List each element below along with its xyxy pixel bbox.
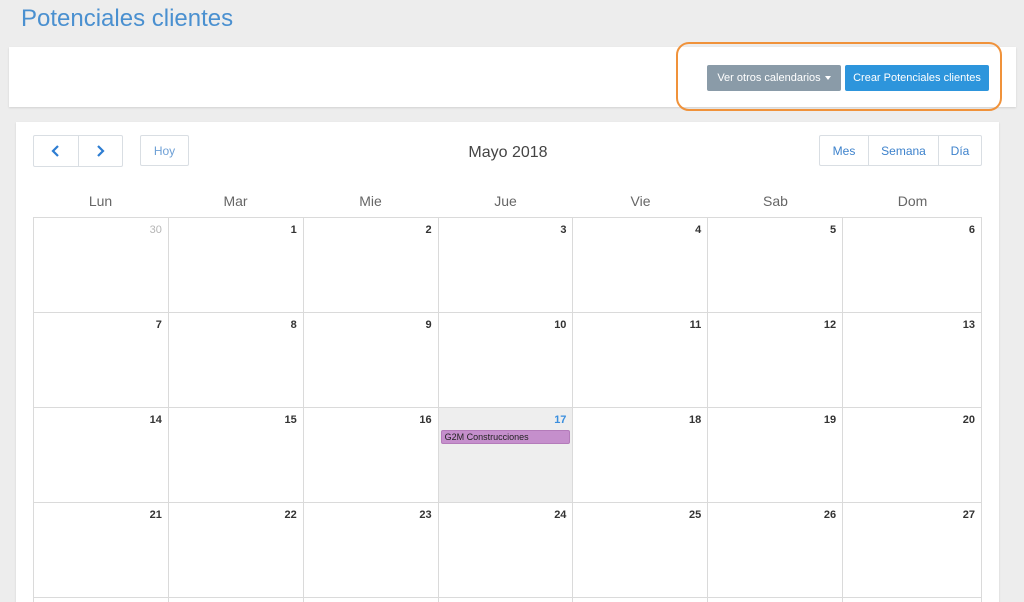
calendar-day[interactable]: 19 xyxy=(708,408,844,503)
calendar-day[interactable]: 7 xyxy=(34,313,169,408)
chevron-left-icon xyxy=(51,145,59,157)
calendar-event[interactable]: G2M Construcciones xyxy=(440,430,571,444)
day-number: 4 xyxy=(695,224,702,236)
calendar-day-today[interactable]: 17 G2M Construcciones xyxy=(438,408,574,503)
create-lead-button[interactable]: Crear Potenciales clientes xyxy=(845,65,989,91)
day-number: 18 xyxy=(689,414,702,426)
day-number: 25 xyxy=(689,509,702,521)
calendar-day[interactable]: 15 xyxy=(168,408,304,503)
weekday-label: Vie xyxy=(630,193,651,209)
calendar-day[interactable] xyxy=(34,598,169,602)
day-number: 19 xyxy=(823,414,837,426)
day-number: 27 xyxy=(962,509,976,521)
calendar-day[interactable]: 22 xyxy=(168,503,304,598)
day-number: 17 xyxy=(554,414,567,426)
calendar-day[interactable]: 12 xyxy=(708,313,844,408)
calendar-day[interactable]: 23 xyxy=(303,503,439,598)
view-month-button[interactable]: Mes xyxy=(820,136,868,165)
calendar-day[interactable]: 20 xyxy=(843,408,983,503)
prev-month-button[interactable] xyxy=(34,136,78,166)
day-number: 6 xyxy=(968,224,976,236)
calendar-day[interactable] xyxy=(169,598,304,602)
other-calendars-label: Ver otros calendarios xyxy=(717,72,821,84)
calendar-day[interactable]: 10 xyxy=(438,313,574,408)
view-switcher: Mes Semana Día xyxy=(819,135,982,166)
calendar-day[interactable]: 5 xyxy=(708,218,844,313)
day-number: 13 xyxy=(962,319,976,331)
day-number: 11 xyxy=(689,319,702,331)
weekday-header: Lun Mar Mie Jue Vie Sab Dom xyxy=(33,193,982,217)
other-calendars-dropdown[interactable]: Ver otros calendarios xyxy=(707,65,841,91)
calendar-day[interactable]: 25 xyxy=(573,503,709,598)
day-number: 15 xyxy=(284,414,297,426)
calendar-day[interactable]: 21 xyxy=(34,503,169,598)
day-number: 14 xyxy=(149,414,162,426)
day-number: 12 xyxy=(823,319,837,331)
calendar-week-partial xyxy=(34,598,983,602)
calendar-day[interactable]: 2 xyxy=(303,218,439,313)
day-number: 2 xyxy=(425,224,432,236)
day-number: 23 xyxy=(419,509,432,521)
day-number: 22 xyxy=(284,509,297,521)
day-number: 7 xyxy=(155,319,162,331)
calendar-day[interactable]: 6 xyxy=(843,218,983,313)
calendar-day[interactable]: 4 xyxy=(573,218,709,313)
calendar-day[interactable]: 14 xyxy=(34,408,169,503)
calendar-day[interactable] xyxy=(304,598,439,602)
calendar-day[interactable]: 27 xyxy=(843,503,983,598)
calendar-day[interactable]: 26 xyxy=(708,503,844,598)
weekday-label: Jue xyxy=(494,193,517,209)
calendar-day[interactable]: 24 xyxy=(438,503,574,598)
page-title: Potenciales clientes xyxy=(21,5,234,32)
calendar-day[interactable] xyxy=(708,598,844,602)
today-button[interactable]: Hoy xyxy=(140,135,189,166)
calendar-day[interactable] xyxy=(439,598,574,602)
caret-down-icon xyxy=(824,76,831,80)
next-month-button[interactable] xyxy=(77,136,123,166)
calendar-day[interactable]: 11 xyxy=(573,313,709,408)
weekday-label: Dom xyxy=(897,193,928,209)
view-day-button[interactable]: Día xyxy=(938,136,981,165)
weekday-label: Sab xyxy=(763,193,788,209)
calendar-week: 21 22 23 24 25 26 27 xyxy=(34,503,983,598)
day-number: 30 xyxy=(149,224,162,236)
day-number: 3 xyxy=(560,224,567,236)
month-title: Mayo 2018 xyxy=(468,144,548,161)
calendar-day[interactable]: 18 xyxy=(573,408,709,503)
calendar-day[interactable]: 16 xyxy=(303,408,439,503)
calendar-day[interactable] xyxy=(843,598,983,602)
calendar-week: 7 8 9 10 11 12 13 xyxy=(34,313,983,408)
day-number: 5 xyxy=(830,224,837,236)
day-number: 9 xyxy=(425,319,432,331)
calendar-nav xyxy=(33,135,123,167)
day-number: 16 xyxy=(419,414,432,426)
calendar-week: 30 1 2 3 4 5 6 xyxy=(34,218,983,313)
day-number: 1 xyxy=(290,224,297,236)
weekday-label: Mie xyxy=(359,193,382,209)
weekday-label: Mar xyxy=(223,193,248,209)
calendar-day[interactable]: 3 xyxy=(438,218,574,313)
view-week-button[interactable]: Semana xyxy=(868,136,938,165)
calendar-day[interactable]: 30 xyxy=(34,218,169,313)
chevron-right-icon xyxy=(97,145,105,157)
day-number: 20 xyxy=(962,414,976,426)
calendar-day[interactable]: 8 xyxy=(168,313,304,408)
calendar-day[interactable]: 1 xyxy=(168,218,304,313)
weekday-label: Lun xyxy=(88,193,113,209)
calendar-week: 14 15 16 17 G2M Construcciones 18 19 20 xyxy=(34,408,983,503)
month-grid: 30 1 2 3 4 5 6 7 8 9 10 11 12 13 14 15 1… xyxy=(33,217,983,602)
calendar-day[interactable]: 9 xyxy=(303,313,439,408)
day-number: 21 xyxy=(149,509,162,521)
calendar-day[interactable]: 13 xyxy=(843,313,983,408)
calendar-day[interactable] xyxy=(573,598,709,602)
day-number: 24 xyxy=(554,509,567,521)
day-number: 10 xyxy=(554,319,567,331)
day-number: 8 xyxy=(290,319,297,331)
day-number: 26 xyxy=(823,509,837,521)
